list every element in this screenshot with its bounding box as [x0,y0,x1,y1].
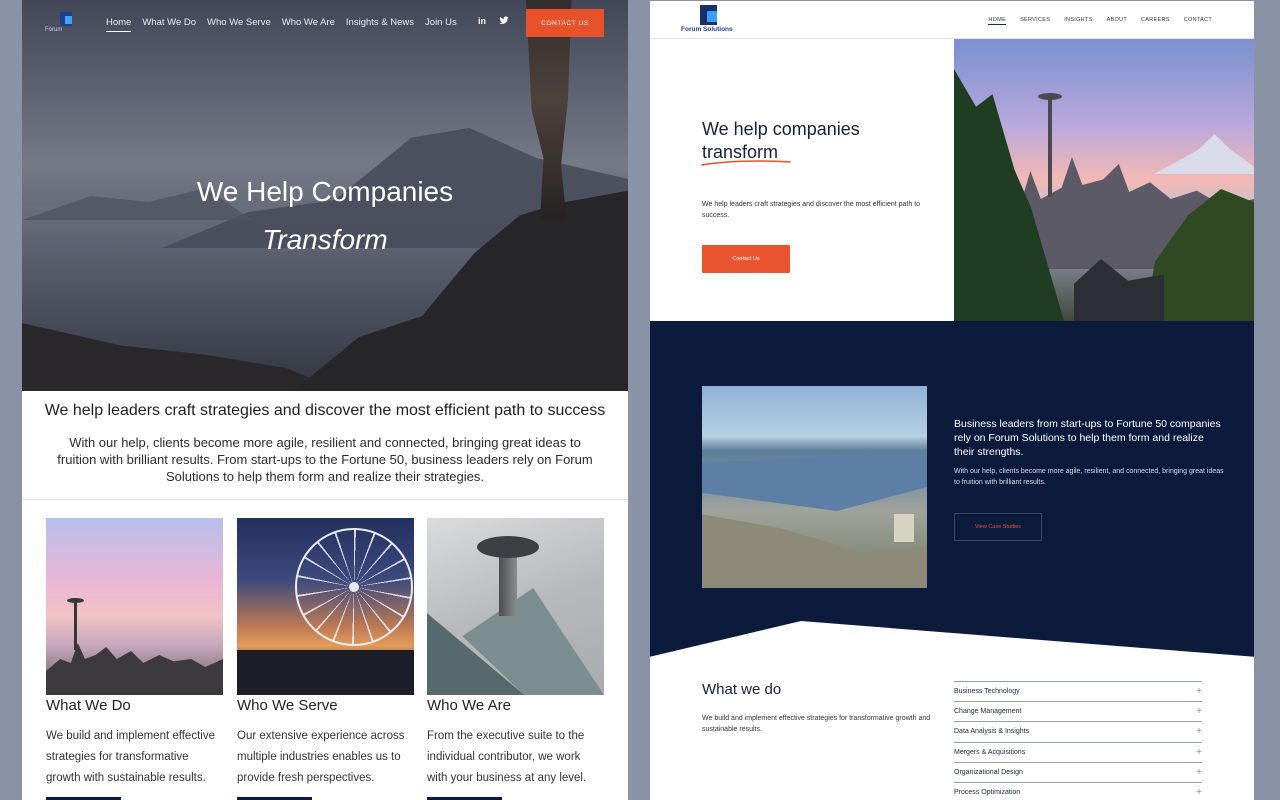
accordion-item-organizational-design[interactable]: Organizational Design + [954,761,1202,783]
section-divider [22,499,628,500]
nav-insights[interactable]: INSIGHTS [1064,17,1092,23]
logo-mark-accent [65,16,72,24]
what-we-do-heading: What we do [702,681,782,698]
lake [702,451,927,511]
nav-services[interactable]: SERVICES [1020,17,1050,23]
intro-body: With our help, clients become more agile… [57,435,593,484]
twitter-icon[interactable] [499,16,509,27]
card-who-we-are[interactable]: Who We Are From the executive suite to t… [427,518,604,800]
building [894,514,914,542]
nav-careers[interactable]: CAREERS [1141,17,1170,23]
card-body: From the executive suite to the individu… [427,730,587,784]
left-website-mockup: Forum Home What We Do Who We Serve Who W… [22,0,628,800]
left-logo[interactable]: Forum [45,12,85,36]
space-needle-image [427,518,604,695]
accordion-item-data-analysis[interactable]: Data Analysis & Insights + [954,721,1202,741]
hero-text-panel [650,39,954,321]
nav-join-us[interactable]: Join Us [425,17,457,28]
nav-home[interactable]: Home [106,17,132,32]
contact-us-button[interactable]: CONTACT US [526,9,604,37]
wheel-hub [349,582,359,592]
nav-about[interactable]: ABOUT [1107,17,1127,23]
services-accordion: Business Technology + Change Management + … [954,681,1202,800]
plus-icon[interactable]: + [1196,722,1202,742]
accordion-label: Data Analysis & Insights [954,728,1030,736]
right-logo[interactable]: Forum Solutions [680,5,740,35]
nav-contact[interactable]: CONTACT [1184,17,1212,23]
underline-swoosh [701,160,791,166]
accordion-item-mergers[interactable]: Mergers & Acquisitions + [954,741,1202,763]
lake-union-aerial-photo [702,386,927,588]
linkedin-icon[interactable]: in [478,16,486,26]
card-who-we-serve[interactable]: Who We Serve Our extensive experience ac… [237,518,414,800]
nav-insights-news[interactable]: Insights & News [346,17,414,28]
dark-section-body: With our help, clients become more agile… [954,468,1224,486]
right-website-mockup: Forum Solutions HOME SERVICES INSIGHTS A… [650,1,1254,800]
skyline [46,643,223,695]
neighborhood [702,514,927,588]
right-top-nav: Forum Solutions HOME SERVICES INSIGHTS A… [650,1,1254,39]
nav-who-we-are[interactable]: Who We Are [282,17,335,28]
space-needle-top [1038,93,1062,100]
mount-rainier [1154,134,1254,174]
card-body: Our extensive experience across multiple… [237,730,405,784]
nav-who-we-serve[interactable]: Who We Serve [207,17,271,28]
plus-icon[interactable]: + [1196,743,1202,763]
logo-mark-accent [707,11,717,22]
logo-text: Forum [45,27,63,33]
ferris-wheel-image [237,518,414,695]
card-title: Who We Are [427,697,511,714]
dark-section-heading: Business leaders from start-ups to Fortu… [954,418,1221,458]
card-title: What We Do [46,697,131,714]
view-case-studies-button[interactable]: View Case Studies [954,513,1042,541]
accordion-item-business-technology[interactable]: Business Technology + [954,681,1202,701]
accordion-label: Mergers & Acquisitions [954,748,1026,756]
plus-icon[interactable]: + [1196,763,1202,783]
left-menu: Home What We Do Who We Serve Who We Are … [106,17,457,32]
hero-heading-italic: Transform [262,224,388,255]
needle-top [477,536,539,558]
plus-icon[interactable]: + [1196,682,1202,702]
hero-heading: We help companies [702,119,860,139]
accordion-label: Business Technology [954,688,1020,695]
right-menu: HOME SERVICES INSIGHTS ABOUT CAREERS CON… [988,17,1212,25]
card-title: Who We Serve [237,697,338,714]
plus-icon[interactable]: + [1196,702,1202,722]
hero-heading: We Help Companies [196,176,454,207]
logo-text: Forum Solutions [681,26,733,33]
accordion-label: Process Optimization [954,788,1021,796]
what-we-do-body: We build and implement effective strateg… [702,715,931,733]
accordion-label: Change Management [954,708,1022,716]
left-top-nav: Forum Home What We Do Who We Serve Who W… [22,0,628,46]
nav-what-we-do[interactable]: What We Do [142,17,196,28]
space-needle [74,600,77,650]
card-what-we-do[interactable]: What We Do We build and implement effect… [46,518,223,800]
seattle-skyline-photo [954,39,1254,321]
accordion-label: Organizational Design [954,768,1023,776]
nav-home[interactable]: HOME [988,17,1006,25]
space-needle [1048,97,1052,197]
needle-shaft [499,556,517,616]
intro-heading: We help leaders craft strategies and dis… [44,402,606,419]
card-body: We build and implement effective strateg… [46,730,215,784]
accordion-item-change-management[interactable]: Change Management + [954,701,1202,721]
plus-icon[interactable]: + [1196,783,1202,800]
contact-us-button[interactable]: Contact Us [702,245,790,273]
pier [237,650,414,695]
hero-body: We help leaders craft strategies and dis… [702,201,921,219]
space-needle-top [67,598,84,603]
accordion-item-process-optimization[interactable]: Process Optimization + [954,781,1202,800]
seattle-sunset-image [46,518,223,695]
